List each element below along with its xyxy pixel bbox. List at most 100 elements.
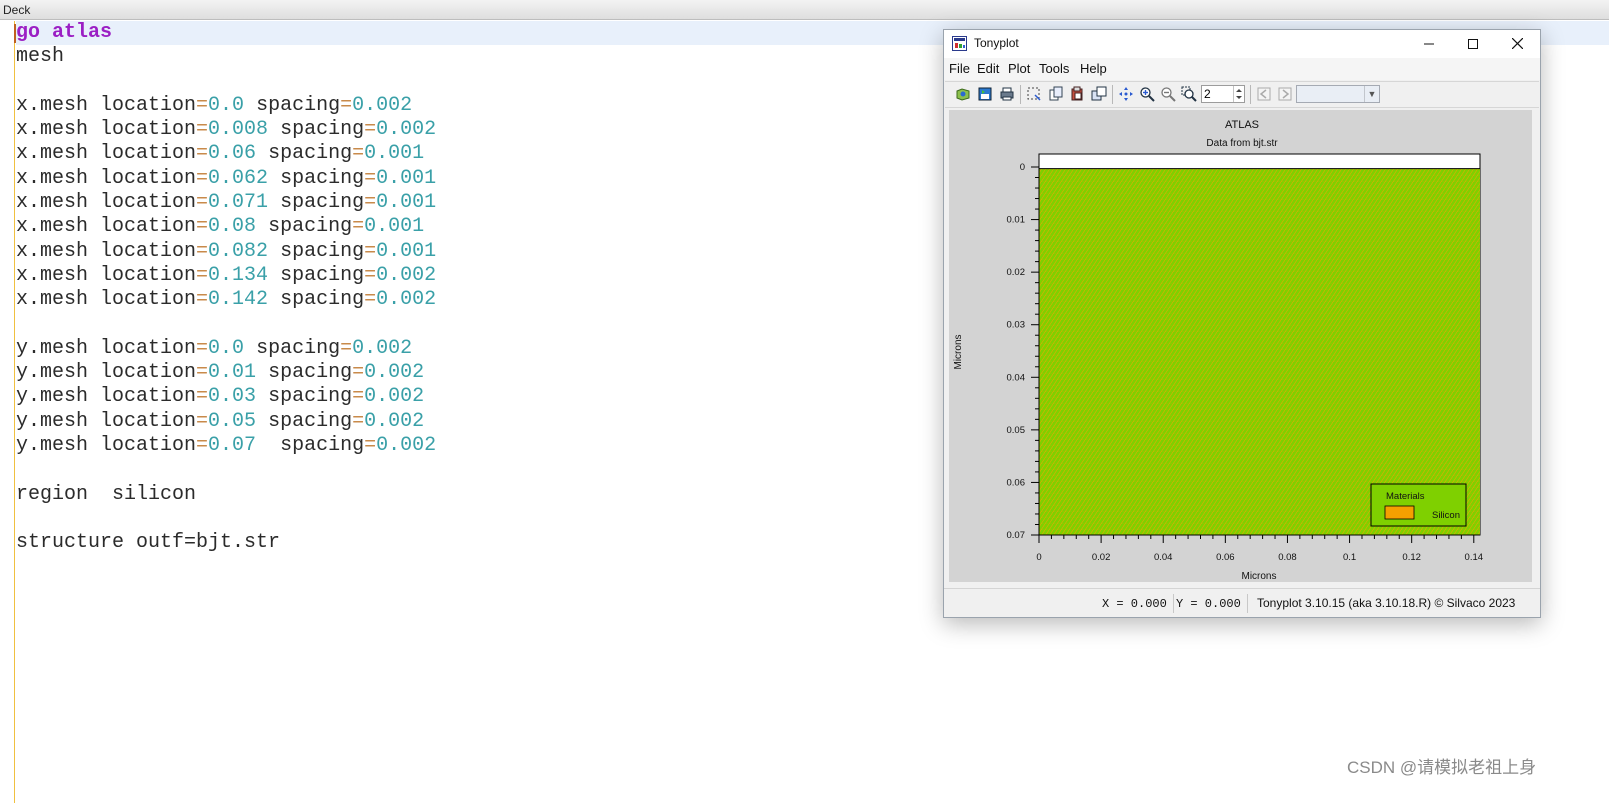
code-token: 0.002 — [376, 434, 437, 458]
spin-arrows-icon — [1236, 89, 1242, 99]
menu-file[interactable]: File — [949, 61, 970, 76]
silicon-region[interactable] — [1039, 168, 1480, 535]
code-token: 0.03 — [208, 385, 257, 409]
code-token: = — [364, 239, 377, 263]
y-tick-label: 0.07 — [1007, 530, 1026, 541]
code-token: 0.0 — [208, 93, 245, 117]
code-token: 0.0 — [208, 336, 245, 360]
x-tick-label: 0.14 — [1465, 552, 1484, 563]
code-token: 0.071 — [208, 191, 269, 215]
legend-label-silicon: Silicon — [1432, 510, 1460, 521]
code-token: 0.002 — [376, 288, 437, 312]
y-tick-label: 0.04 — [1007, 372, 1026, 383]
previous-plot-icon[interactable] — [1256, 86, 1272, 102]
editor-gutter — [0, 21, 15, 803]
code-token: = — [196, 142, 209, 166]
tonyplot-app-icon — [952, 36, 967, 51]
zoom-box-icon[interactable] — [1181, 86, 1197, 102]
code-token: = — [352, 215, 365, 239]
y-tick-label: 0.03 — [1007, 320, 1026, 331]
code-token: 0.01 — [208, 361, 257, 385]
code-token: y.mesh location — [16, 409, 197, 433]
menu-help[interactable]: Help — [1080, 61, 1107, 76]
load-file-icon[interactable] — [955, 86, 971, 102]
save-file-icon[interactable] — [977, 86, 993, 102]
menu-plot[interactable]: Plot — [1008, 61, 1030, 76]
x-tick-label: 0 — [1036, 552, 1041, 563]
plot-area[interactable]: ATLAS Data from bjt.str 0 0.01 0.02 0.03 0.0… — [949, 110, 1532, 582]
code-token: y.mesh location — [16, 336, 197, 360]
code-token: mesh — [16, 45, 65, 69]
y-axis-label: Microns — [953, 334, 964, 369]
code-token: = — [196, 263, 209, 287]
code-token: spacing — [268, 288, 365, 312]
code-token: 0.002 — [376, 263, 437, 287]
code-token: 0.002 — [364, 385, 425, 409]
overlay-icon[interactable] — [1091, 86, 1107, 102]
code-token: = — [196, 434, 209, 458]
zoom-factor-input[interactable]: 2 — [1201, 85, 1245, 103]
code-token: spacing — [244, 93, 341, 117]
status-bar: X = 0.000 Y = 0.000 Tonyplot 3.10.15 (ak… — [944, 588, 1540, 617]
deck-title-bar: Deck — [0, 0, 1609, 20]
title-bar[interactable]: Tonyplot — [944, 30, 1540, 58]
code-token: 0.001 — [364, 142, 425, 166]
close-button[interactable] — [1496, 32, 1538, 56]
code-token: = — [196, 385, 209, 409]
maximize-button[interactable] — [1452, 32, 1494, 56]
zoom-out-icon[interactable] — [1160, 86, 1176, 102]
code-token: spacing — [256, 385, 353, 409]
y-axis: 0 0.01 0.02 0.03 0.04 0.05 0.06 0.07 — [1007, 154, 1040, 541]
x-axis: 0 0.02 0.04 0.06 0.08 0.1 0.12 0.14 — [1036, 534, 1484, 563]
zoom-spinner[interactable] — [1233, 86, 1244, 102]
plot-selector-dropdown[interactable]: ▼ — [1296, 85, 1380, 103]
code-token: = — [196, 93, 209, 117]
legend: Materials Silicon — [1370, 483, 1467, 527]
code-token: = — [196, 409, 209, 433]
code-token: 0.002 — [364, 409, 425, 433]
zoom-factor-value: 2 — [1204, 87, 1211, 101]
code-token: = — [352, 409, 365, 433]
x-tick-label: 0.08 — [1278, 552, 1297, 563]
structure-plot[interactable]: ATLAS Data from bjt.str 0 0.01 0.02 0.03 0.0… — [949, 110, 1532, 582]
y-tick-label: 0.02 — [1007, 267, 1026, 278]
code-token: x.mesh location — [16, 239, 197, 263]
x-tick-label: 0.02 — [1092, 552, 1111, 563]
zoom-in-icon[interactable] — [1139, 86, 1155, 102]
menu-edit[interactable]: Edit — [977, 61, 999, 76]
toolbar: 2 ▼ — [945, 81, 1539, 108]
pan-icon[interactable] — [1118, 86, 1134, 102]
code-token: 0.08 — [208, 215, 257, 239]
toolbar-separator — [1250, 85, 1251, 104]
paste-icon[interactable] — [1069, 86, 1085, 102]
code-token: 0.008 — [208, 118, 269, 142]
code-token: spacing — [256, 434, 365, 458]
select-region-icon[interactable] — [1026, 86, 1042, 102]
chart-subtitle: Data from bjt.str — [1206, 138, 1278, 149]
y-coordinate-readout: Y = 0.000 — [1176, 597, 1241, 611]
code-token: spacing — [268, 166, 365, 190]
code-token: structure outf=bjt.str — [16, 531, 281, 555]
code-token: y.mesh location — [16, 385, 197, 409]
minimize-button[interactable] — [1408, 32, 1450, 56]
minimize-icon — [1424, 43, 1434, 45]
status-separator — [1173, 594, 1174, 613]
print-icon[interactable] — [999, 86, 1015, 102]
code-token: = — [352, 142, 365, 166]
code-token: 0.142 — [208, 288, 269, 312]
menu-tools[interactable]: Tools — [1039, 61, 1069, 76]
x-tick-label: 0.06 — [1216, 552, 1235, 563]
code-token: 0.001 — [376, 191, 437, 215]
code-token: x.mesh location — [16, 166, 197, 190]
code-token: spacing — [268, 191, 365, 215]
x-axis-label: Microns — [1241, 571, 1276, 582]
code-token: x.mesh location — [16, 215, 197, 239]
legend-title: Materials — [1386, 491, 1425, 502]
copy-icon[interactable] — [1048, 86, 1064, 102]
code-token: 0.05 — [208, 409, 257, 433]
next-plot-icon[interactable] — [1277, 86, 1293, 102]
code-token: y.mesh location — [16, 434, 197, 458]
code-token: region silicon — [16, 482, 197, 506]
code-token: spacing — [256, 142, 353, 166]
legend-swatch-silicon — [1384, 505, 1415, 520]
